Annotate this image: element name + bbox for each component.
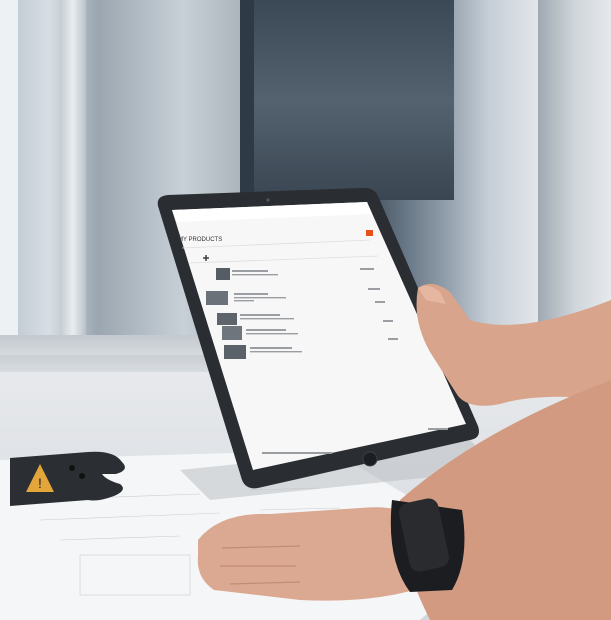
photo-scene: ! MY PRODUCTS: [0, 0, 611, 620]
smartwatch: [390, 498, 465, 592]
